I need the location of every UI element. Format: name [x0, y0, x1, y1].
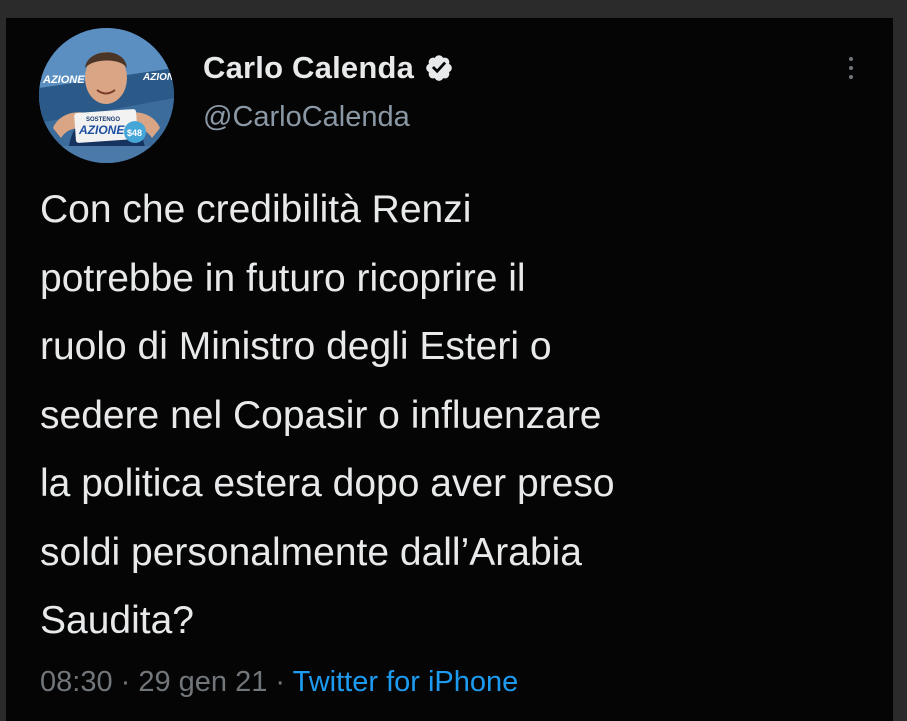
author-handle[interactable]: @CarloCalenda [203, 101, 410, 134]
tweet-time[interactable]: 08:30 [40, 666, 113, 698]
tweet-source-link[interactable]: Twitter for iPhone [293, 666, 519, 698]
author-display-name: Carlo Calenda [203, 50, 415, 85]
avatar-shirt-logo: AZIONE [78, 123, 125, 137]
tweet-date[interactable]: 29 gen 21 [138, 666, 267, 698]
avatar-party-left: AZIONE [42, 74, 85, 86]
more-dot [849, 75, 853, 79]
more-dot [849, 57, 853, 61]
tweet-text: Con che credibilità Renzi potrebbe in fu… [40, 188, 615, 642]
avatar-party-right: AZIONE [142, 72, 174, 83]
meta-separator: · [267, 666, 293, 698]
author-name-row[interactable]: Carlo Calenda [203, 50, 454, 86]
meta-separator: · [112, 666, 139, 698]
more-dot [849, 66, 853, 70]
avatar-badge: $48 [127, 128, 142, 138]
more-options-icon[interactable] [836, 48, 866, 88]
screenshot-frame: AZIONE AZIONE SOSTENGO AZIONE $48 Carlo … [0, 0, 907, 721]
verified-badge-icon [426, 55, 452, 81]
author-avatar[interactable]: AZIONE AZIONE SOSTENGO AZIONE $48 [39, 28, 174, 163]
avatar-image: AZIONE AZIONE SOSTENGO AZIONE $48 [39, 28, 174, 163]
tweet-metadata: 08:30 · 29 gen 21 · Twitter for iPhone [40, 666, 518, 699]
tweet-card: AZIONE AZIONE SOSTENGO AZIONE $48 Carlo … [6, 18, 893, 721]
